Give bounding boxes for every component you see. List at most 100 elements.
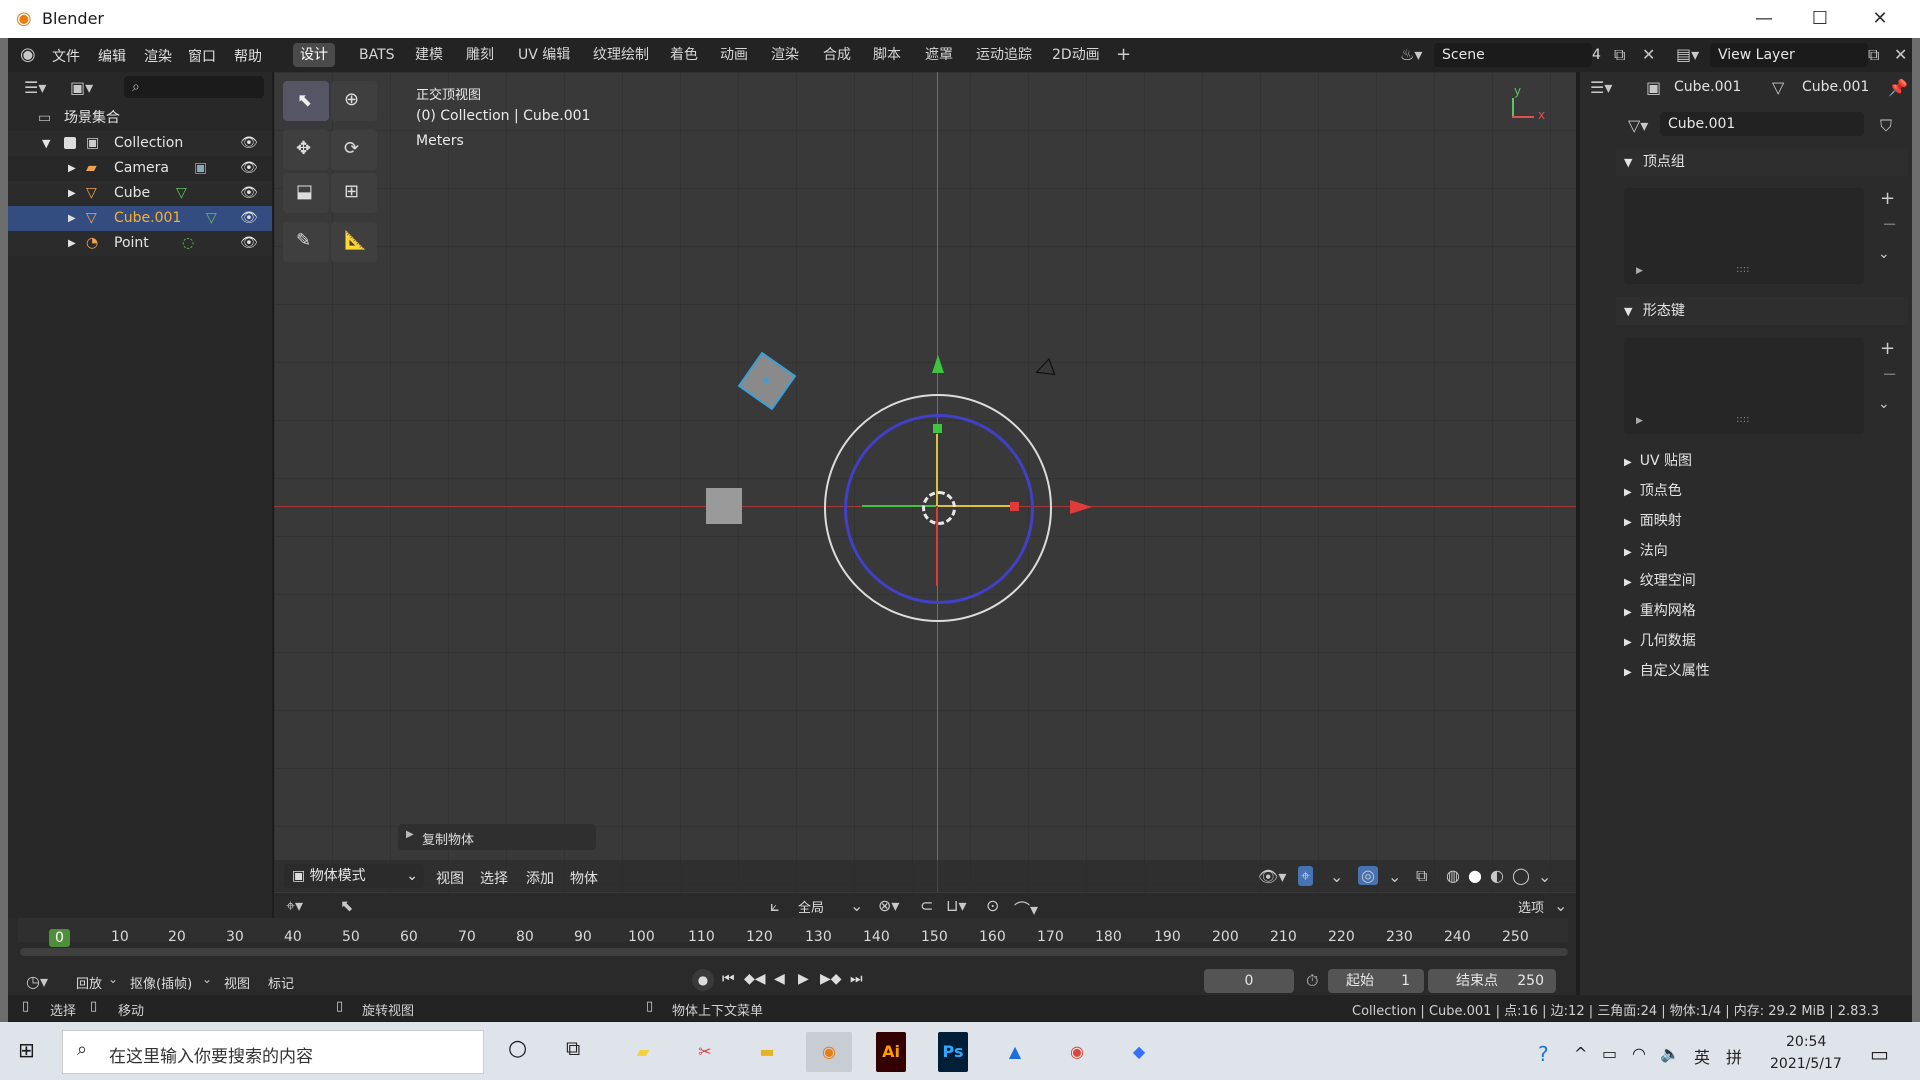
shape-key-specials-icon[interactable]: ⌄ — [1878, 396, 1890, 412]
windows-start-icon[interactable]: ⊞ — [18, 1038, 35, 1062]
outliner-row-cube-001[interactable]: ▶ ▽ Cube.001 ▽ 👁 — [8, 206, 272, 231]
mesh-data-icon[interactable]: ▽ — [176, 181, 187, 206]
overlay-toggle-icon[interactable]: ◎ — [1358, 866, 1378, 885]
eye-icon[interactable]: 👁 — [240, 181, 258, 206]
expand-arrow-icon[interactable]: ▼ — [42, 131, 50, 156]
menu-edit[interactable]: 编辑 — [98, 46, 126, 66]
next-keyframe-button[interactable]: ▶◆ — [820, 971, 842, 987]
pin-icon[interactable]: 📌 — [1888, 78, 1908, 97]
gizmo-y-arrow[interactable] — [932, 355, 944, 373]
menu-render[interactable]: 渲染 — [144, 46, 172, 66]
tab-layout[interactable]: 设计 — [293, 43, 335, 67]
tab-uv-editing[interactable]: UV 编辑 — [511, 43, 577, 67]
panel-texture-space[interactable]: ▶ 纹理空间 — [1616, 566, 1908, 596]
wireframe-shading-icon[interactable]: ◍ — [1446, 866, 1460, 885]
material-shading-icon[interactable]: ◐ — [1490, 866, 1504, 885]
panel-face-maps[interactable]: ▶ 面映射 — [1616, 506, 1908, 536]
snap-icon[interactable]: ⊂ — [920, 896, 933, 915]
jump-start-button[interactable]: ⏮ — [722, 971, 735, 987]
tab-sculpt[interactable]: 雕刻 — [459, 43, 501, 67]
gizmo-y-handle[interactable] — [933, 424, 942, 433]
3d-cursor[interactable] — [922, 491, 956, 525]
taskbar-search-box[interactable]: ⌕ 在这里输入你要搜索的内容 — [62, 1030, 484, 1074]
current-frame-indicator[interactable]: 0 — [49, 929, 70, 947]
scale-tool-button[interactable]: ⬓ — [283, 173, 329, 213]
panel-custom-properties[interactable]: ▶ 自定义属性 — [1616, 656, 1908, 686]
eye-icon[interactable]: 👁 — [240, 131, 258, 156]
photos-app-icon[interactable]: ▲ — [992, 1032, 1038, 1072]
xray-icon[interactable]: ⧉ — [1416, 866, 1427, 886]
chrome-app-icon[interactable]: ◉ — [1054, 1032, 1100, 1072]
chevron-down-icon[interactable]: ⌄ — [1388, 867, 1401, 886]
tab-modeling[interactable]: 建模 — [408, 43, 450, 67]
eye-icon[interactable]: 👁 — [240, 156, 258, 181]
annotate-tool-button[interactable]: ✎ — [283, 222, 329, 262]
photoshop-app-icon[interactable]: Ps — [938, 1032, 968, 1072]
illustrator-app-icon[interactable]: Ai — [876, 1032, 906, 1072]
options-menu[interactable]: 选项 — [1518, 897, 1544, 916]
object-menu[interactable]: 物体 — [570, 868, 598, 888]
mode-select[interactable]: ▣ 物体模式 ⌄ — [284, 864, 424, 888]
orientation-icon[interactable]: ⟀ — [770, 896, 780, 916]
prev-keyframe-button[interactable]: ◆◀ — [744, 971, 766, 987]
playback-menu[interactable]: 回放 — [76, 973, 102, 992]
battery-icon[interactable]: ▭ — [1602, 1044, 1617, 1063]
editor-type-icon[interactable]: ☰▾ — [24, 78, 46, 97]
3d-viewport[interactable]: ⬉ ⊕ ✥ ⟳ ⬓ ⊞ ✎ 📐 正交顶视图 (0) Collection | C… — [274, 72, 1576, 920]
menu-file[interactable]: 文件 — [52, 46, 80, 66]
outliner-row-cube[interactable]: ▶ ▽ Cube ▽ 👁 — [8, 181, 272, 206]
tab-scripting[interactable]: 脚本 — [866, 43, 908, 67]
mesh-datablock-icon[interactable]: ▽▾ — [1628, 116, 1648, 135]
record-button[interactable]: ● — [692, 969, 714, 991]
keying-menu[interactable]: 抠像(插帧) — [130, 973, 192, 992]
stopwatch-icon[interactable]: ⏱ — [1306, 971, 1318, 991]
panel-geometry-data[interactable]: ▶ 几何数据 — [1616, 626, 1908, 656]
orientation-label[interactable]: 全局 — [798, 897, 824, 916]
tab-texture-paint[interactable]: 纹理绘制 — [586, 43, 656, 67]
outliner-search-input[interactable]: ⌕ — [124, 76, 264, 98]
expand-arrow-icon[interactable]: ▶ — [68, 231, 76, 256]
jump-end-button[interactable]: ⏭ — [850, 971, 863, 987]
measure-tool-button[interactable]: 📐 — [331, 222, 377, 262]
blender-menu-icon[interactable]: ◉ — [20, 44, 36, 65]
add-shape-key-icon[interactable]: + — [1880, 338, 1895, 359]
delete-view-layer-icon[interactable]: ✕ — [1894, 45, 1907, 64]
view-layer-icon[interactable]: ▤▾ — [1676, 45, 1699, 64]
maximize-button[interactable]: ☐ — [1792, 4, 1848, 34]
expand-arrow-icon[interactable]: ▶ — [68, 206, 76, 231]
shape-keys-list[interactable]: ▶ :::: — [1624, 338, 1864, 434]
close-button[interactable]: ✕ — [1852, 4, 1908, 34]
marker-menu[interactable]: 标记 — [268, 973, 294, 992]
tab-animation[interactable]: 动画 — [713, 43, 755, 67]
tab-2d-animation[interactable]: 2D动画 — [1045, 43, 1107, 67]
outliner-row-collection[interactable]: ▼ ▣ Collection 👁 — [8, 131, 272, 156]
file-explorer-app-icon[interactable]: ▬ — [744, 1032, 790, 1072]
light-data-icon[interactable]: ◌ — [182, 231, 194, 256]
gizmo-toggle-icon[interactable]: ⌖ — [1298, 866, 1314, 886]
tab-motion-tracking[interactable]: 运动追踪 — [969, 43, 1039, 67]
panel-remesh[interactable]: ▶ 重构网格 — [1616, 596, 1908, 626]
remove-shape-key-icon[interactable]: − — [1882, 364, 1897, 385]
select-tool-button[interactable]: ⬉ — [283, 81, 329, 121]
fake-user-icon[interactable]: ⛉ — [1880, 116, 1892, 136]
snap-target-icon[interactable]: ⊔▾ — [946, 896, 967, 915]
cortana-icon[interactable]: ○ — [508, 1036, 527, 1061]
delete-scene-icon[interactable]: ✕ — [1642, 45, 1655, 64]
clock-date[interactable]: 2021/5/17 — [1770, 1056, 1842, 1072]
play-reverse-button[interactable]: ◀ — [774, 971, 785, 987]
volume-icon[interactable]: 🔈 — [1660, 1044, 1680, 1063]
snipping-app-icon[interactable]: ✂ — [682, 1032, 728, 1072]
minimize-button[interactable]: — — [1736, 4, 1792, 34]
outliner-root[interactable]: ▭ 场景集合 — [8, 106, 272, 131]
chevron-down-icon[interactable]: ⌄ — [1538, 867, 1551, 886]
last-operator-panel[interactable]: ▶ 复制物体 — [398, 824, 596, 850]
gizmo-x-handle[interactable] — [1010, 502, 1019, 511]
scene-icon[interactable]: ♨▾ — [1400, 45, 1422, 64]
panel-vertex-colors[interactable]: ▶ 顶点色 — [1616, 476, 1908, 506]
blender-app-icon[interactable]: ◉ — [806, 1032, 852, 1072]
timeline-scrollbar[interactable] — [20, 948, 1568, 956]
start-frame-field[interactable]: 起始 1 — [1328, 969, 1424, 993]
tab-compositing[interactable]: 合成 — [816, 43, 858, 67]
select-menu[interactable]: 选择 — [480, 868, 508, 888]
mesh-datablock-field[interactable]: Cube.001 — [1660, 112, 1864, 136]
